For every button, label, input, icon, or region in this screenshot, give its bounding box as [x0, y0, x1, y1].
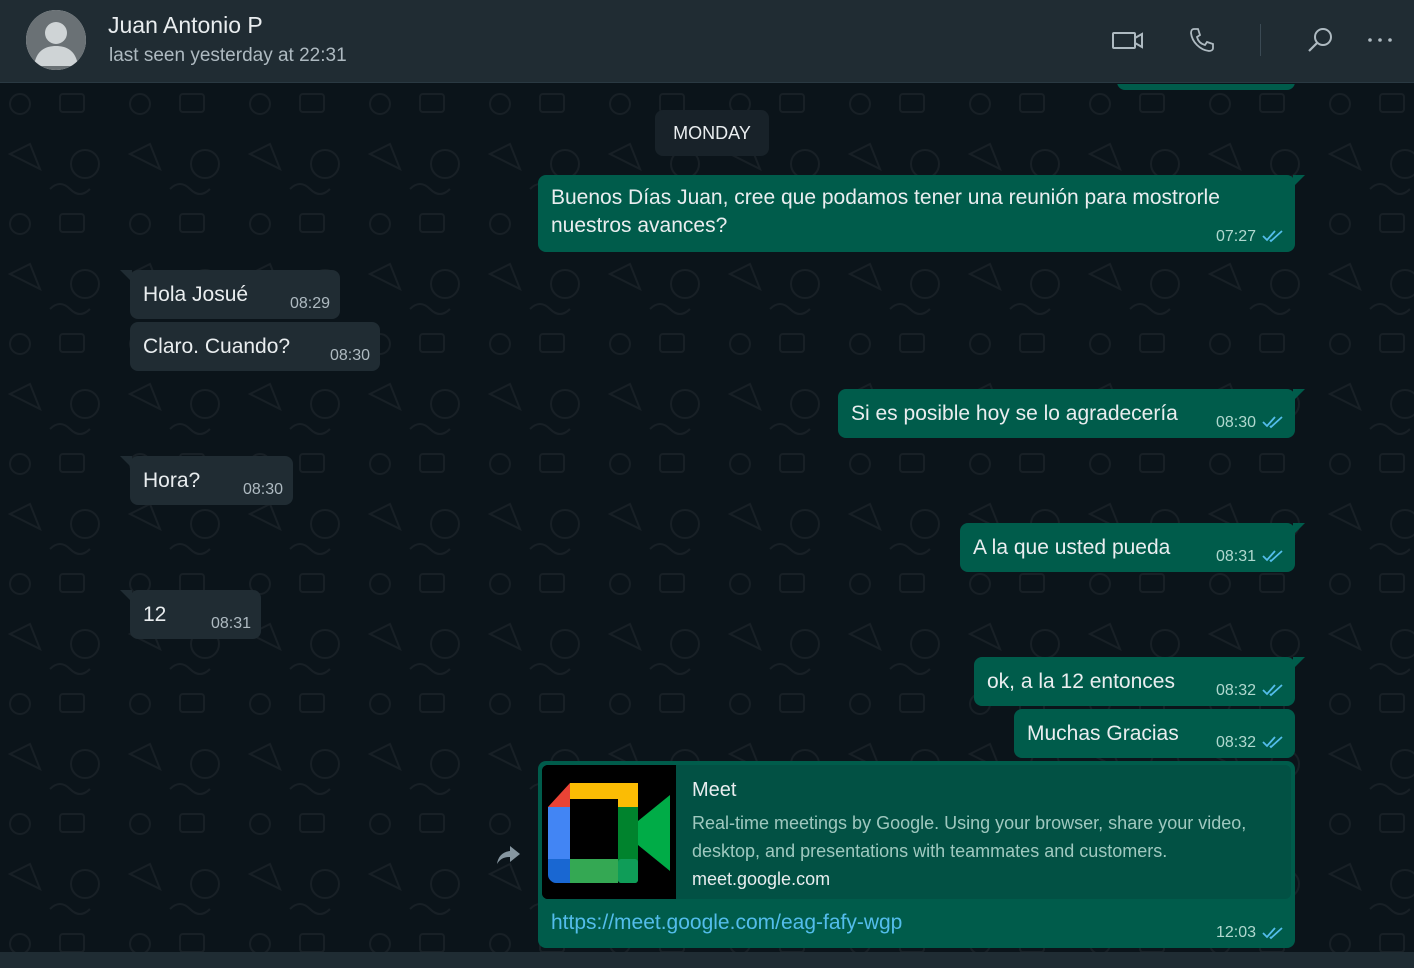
message-bubble-outgoing[interactable]: Si es posible hoy se lo agradecería 08:3…	[838, 389, 1305, 438]
double-check-icon	[1262, 927, 1283, 940]
message-time: 08:32	[1216, 682, 1257, 699]
bubble-tail	[1293, 175, 1305, 187]
message-text: Hola Josué	[143, 283, 249, 306]
message-text: 12	[143, 603, 167, 626]
message-text: nuestros avances?	[551, 214, 728, 237]
menu-icon[interactable]	[1360, 20, 1400, 60]
message-text: ok, a la 12 entonces	[987, 670, 1175, 693]
contact-avatar[interactable]	[26, 10, 86, 70]
message-text: Si es posible hoy se lo agradecería	[851, 402, 1178, 425]
search-icon[interactable]	[1300, 20, 1340, 60]
preview-description-line: desktop, and presentations with teammate…	[692, 841, 1168, 861]
message-time: 08:30	[243, 481, 284, 498]
bubble-tail	[120, 456, 132, 468]
message-bubble-incoming[interactable]: Hola Josué 08:29	[120, 270, 340, 319]
message-bubble-incoming[interactable]: 12 08:31	[120, 590, 261, 639]
message-text: Muchas Gracias	[1027, 722, 1179, 745]
bubble-tail	[120, 590, 132, 602]
forward-icon[interactable]	[493, 840, 523, 870]
link-message-bubble[interactable]: Meet Real-time meetings by Google. Using…	[538, 761, 1295, 948]
composer-bar-edge	[0, 952, 1414, 968]
message-time: 08:31	[211, 615, 252, 632]
message-text: A la que usted pueda	[973, 536, 1171, 559]
message-bubble-incoming[interactable]: Claro. Cuando? 08:30	[130, 322, 380, 371]
previous-message-edge	[1117, 84, 1295, 90]
message-time: 08:30	[1216, 414, 1257, 431]
message-time: 08:31	[1216, 548, 1257, 565]
meeting-link[interactable]: https://meet.google.com/eag-fafy-wgp	[551, 911, 902, 935]
chat-header: Juan Antonio P last seen yesterday at 22…	[0, 0, 1414, 83]
message-bubble-incoming[interactable]: Hora? 08:30	[120, 456, 293, 505]
message-bubble-outgoing[interactable]: ok, a la 12 entonces 08:32	[974, 657, 1305, 706]
message-text: Claro. Cuando?	[143, 335, 291, 358]
message-text: Hora?	[143, 469, 201, 492]
message-time: 07:27	[1216, 228, 1257, 245]
bubble-tail	[1293, 657, 1305, 669]
message-bubble-outgoing[interactable]: Buenos Días Juan, cree que podamos tener…	[538, 175, 1305, 252]
bubble-tail	[120, 270, 132, 282]
header-divider	[1260, 24, 1261, 56]
voice-call-icon[interactable]	[1182, 20, 1222, 60]
double-check-icon	[1262, 736, 1283, 749]
message-time: 08:30	[330, 347, 371, 364]
double-check-icon	[1262, 230, 1283, 243]
preview-description-line: Real-time meetings by Google. Using your…	[692, 813, 1247, 833]
meet-logo-icon	[542, 765, 676, 899]
preview-domain: meet.google.com	[692, 869, 831, 889]
link-preview-card[interactable]: Meet Real-time meetings by Google. Using…	[542, 765, 1291, 899]
message-time: 12:03	[1216, 924, 1257, 941]
double-check-icon	[1262, 550, 1283, 563]
contact-name[interactable]: Juan Antonio P	[108, 12, 263, 39]
message-time: 08:29	[290, 295, 331, 312]
preview-title: Meet	[692, 779, 737, 801]
bubble-tail	[1293, 523, 1305, 535]
message-bubble-outgoing[interactable]: Muchas Gracias 08:32	[1014, 709, 1295, 758]
bubble-tail	[1293, 389, 1305, 401]
contact-status: last seen yesterday at 22:31	[109, 45, 347, 66]
message-text: Buenos Días Juan, cree que podamos tener…	[551, 186, 1220, 209]
preview-description: Real-time meetings by Google. Using your…	[692, 809, 1272, 865]
message-time: 08:32	[1216, 734, 1257, 751]
day-divider: MONDAY	[655, 110, 769, 156]
double-check-icon	[1262, 684, 1283, 697]
double-check-icon	[1262, 416, 1283, 429]
video-call-icon[interactable]	[1108, 20, 1148, 60]
message-bubble-outgoing[interactable]: A la que usted pueda 08:31	[960, 523, 1305, 572]
